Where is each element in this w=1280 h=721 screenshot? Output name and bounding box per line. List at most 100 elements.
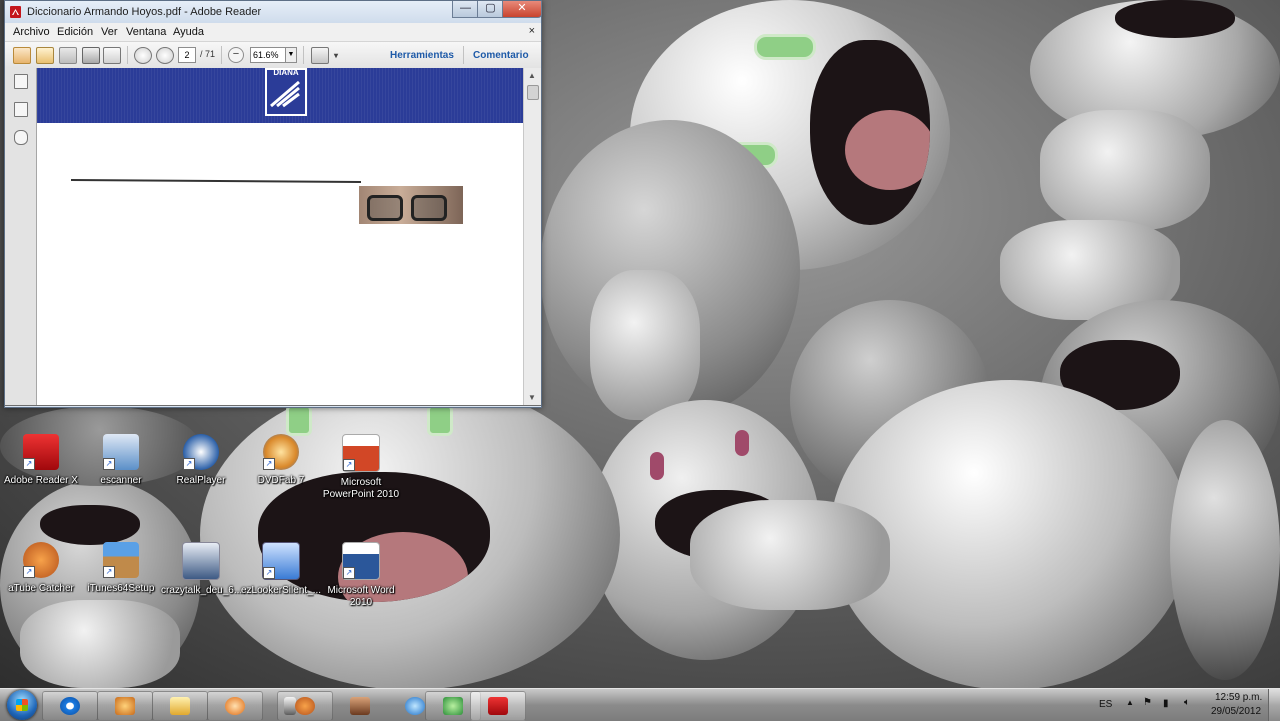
taskbar-app[interactable] [332,691,388,721]
atube-catcher-icon [295,697,315,715]
desktop-icon-powerpoint[interactable]: ↗ Microsoft PowerPoint 2010 [321,434,401,501]
play-icon [225,697,245,715]
maximize-button[interactable]: ▢ [477,1,504,18]
desktop-icon-label: Adobe Reader X [4,475,78,486]
scrollbar-thumb[interactable] [527,85,539,100]
open-file-icon[interactable] [36,47,54,64]
minimize-button[interactable]: — [452,1,479,18]
desktop-icon-label: iTunes64Setup [87,583,155,594]
wallpaper-hand [690,500,890,610]
tools-button[interactable]: Herramientas [390,50,454,61]
scroll-up-icon[interactable]: ▲ [528,71,536,80]
wallpaper-mouth [810,40,930,225]
zoom-input[interactable]: 61.6% [250,47,286,63]
action-center-flag-icon[interactable]: ⚑ [1143,697,1152,708]
language-indicator[interactable]: ES [1099,699,1112,710]
word-icon: ↗ [342,542,380,580]
save-icon[interactable] [59,47,77,64]
bookmarks-icon[interactable] [14,102,28,117]
taskbar-media-player-classic[interactable] [207,691,263,721]
menu-archivo[interactable]: Archivo [13,26,50,38]
wallpaper-mouth [40,505,140,545]
print-icon[interactable] [82,47,100,64]
desktop-icon-realplayer[interactable]: ↗ RealPlayer [161,434,241,487]
comment-button[interactable]: Comentario [473,50,529,61]
zoom-out-button[interactable]: − [228,47,244,63]
adobe-reader-window[interactable]: Diccionario Armando Hoyos.pdf - Adobe Re… [4,0,542,408]
taskbar-file-explorer[interactable] [152,691,208,721]
toolbar-separator [303,46,304,64]
wallpaper-eye [427,404,453,436]
messenger-icon [443,697,463,715]
shortcut-arrow-icon: ↗ [343,459,355,471]
volume-icon[interactable]: 🔈︎ [1184,697,1190,708]
page-number-input[interactable]: 2 [178,47,196,63]
attachments-icon[interactable] [14,130,28,145]
show-desktop-button[interactable] [1268,689,1280,721]
menu-ventana[interactable]: Ventana [126,26,166,38]
wallpaper-hand [20,600,180,688]
wallpaper-eye [650,452,664,480]
document-close-button[interactable]: × [529,25,535,37]
clock-time[interactable]: 12:59 p.m. [1215,692,1262,703]
desktop-icon-adobe-reader-x[interactable]: ↗ Adobe Reader X [1,434,81,487]
menu-ver[interactable]: Ver [101,26,118,38]
shortcut-arrow-icon: ↗ [343,567,355,579]
menu-edicion[interactable]: Edición [57,26,93,38]
start-button[interactable] [7,690,37,720]
next-page-icon[interactable] [156,47,174,64]
menu-bar: Archivo Edición Ver Ventana Ayuda × [5,23,541,42]
desktop-icon-label: aTube Catcher [8,583,74,594]
desktop-icon-crazytalk[interactable]: crazytalk_deu_6.... [161,542,245,597]
folder-icon [170,697,190,715]
zoom-dropdown[interactable]: ▼ [285,47,297,63]
show-hidden-icons-icon[interactable]: ▲ [1126,698,1134,707]
taskbar-adobe-reader[interactable] [470,691,526,721]
vertical-scrollbar[interactable]: ▲ ▼ [523,68,541,405]
scanner-icon: ↗ [103,434,139,470]
create-pdf-icon[interactable] [13,47,31,64]
internet-explorer-icon [60,697,80,715]
wallpaper-eye [735,430,749,456]
taskbar-atube-catcher[interactable] [277,691,333,721]
desktop-icon-label: Microsoft PowerPoint 2010 [322,477,400,500]
desktop-icon-label: ezLookerSilent_... [241,585,322,596]
desktop-icon-escanner[interactable]: ↗ escanner [81,434,161,487]
menu-ayuda[interactable]: Ayuda [173,26,204,38]
fit-page-icon[interactable] [311,47,329,64]
desktop-icon-label: Microsoft Word 2010 [327,585,395,608]
shortcut-arrow-icon: ↗ [23,566,35,578]
wallpaper-mouth [1115,0,1235,38]
email-icon[interactable] [103,47,121,64]
taskbar: ES ▲ ⚑ ▮ 🔈︎ 12:59 p.m. 29/05/2012 [0,688,1280,721]
taskbar-media-player[interactable] [97,691,153,721]
adobe-reader-icon [488,697,508,715]
network-icon[interactable]: ▮ [1163,698,1169,709]
toolbar-separator [221,46,222,64]
installer-icon: ↗ [103,542,139,578]
shortcut-arrow-icon: ↗ [103,566,115,578]
pdf-page[interactable]: DIANA [37,68,523,405]
desktop-icon-label: crazytalk_deu_6.... [161,585,245,596]
media-player-icon [115,697,135,715]
crazytalk-icon [182,542,220,580]
adobe-reader-icon: ↗ [23,434,59,470]
desktop-icon-atube-catcher[interactable]: ↗ aTube Catcher [1,542,81,595]
logo-mark-icon [270,80,300,108]
fit-page-dropdown[interactable]: ▾ [334,51,338,60]
shortcut-arrow-icon: ↗ [103,458,115,470]
desktop-icon-word[interactable]: ↗ Microsoft Word 2010 [321,542,401,609]
taskbar-internet-explorer[interactable] [42,691,98,721]
scroll-down-icon[interactable]: ▼ [528,393,536,402]
desktop-icon-ezlooker[interactable]: ↗ ezLookerSilent_... [241,542,321,597]
previous-page-icon[interactable] [134,47,152,64]
desktop-icon-itunes-setup[interactable]: ↗ iTunes64Setup [81,542,161,595]
glasses-lens [411,195,447,221]
desktop-icon-label: RealPlayer [176,475,226,486]
page-thumbnails-icon[interactable] [14,74,28,89]
close-button[interactable]: ✕ [502,1,542,18]
window-titlebar[interactable]: Diccionario Armando Hoyos.pdf - Adobe Re… [5,1,542,23]
clock-date[interactable]: 29/05/2012 [1211,706,1261,717]
document-viewer[interactable]: DIANA ▲ ▼ [5,68,541,406]
desktop-icon-dvdfab[interactable]: ↗ DVDFab 7 [241,434,321,487]
